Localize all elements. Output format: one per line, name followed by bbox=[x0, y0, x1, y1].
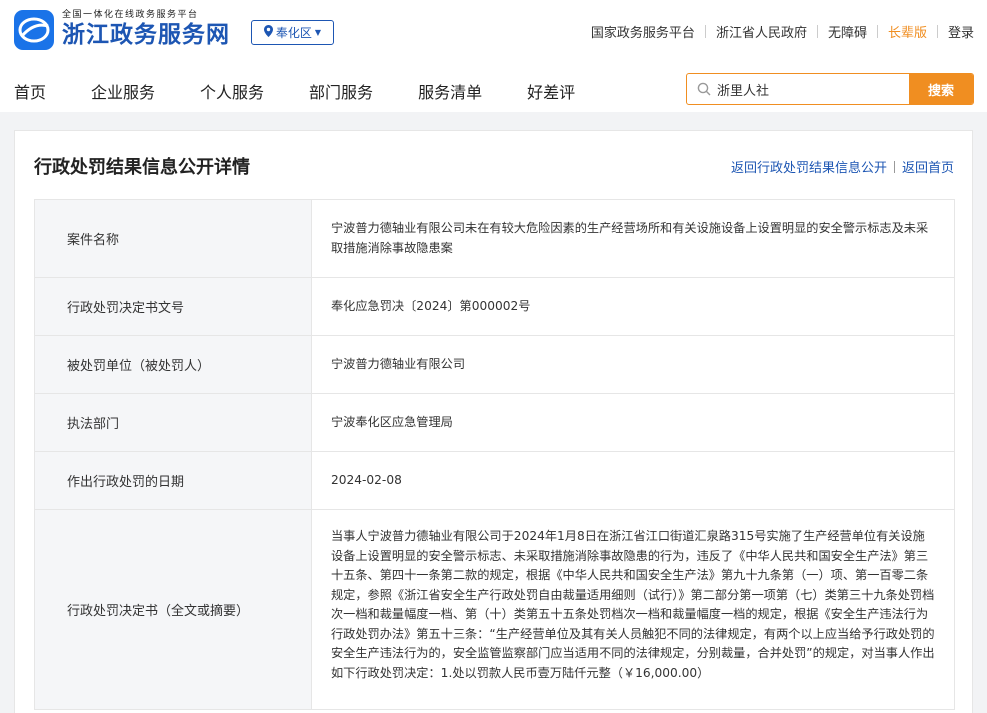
search-button[interactable]: 搜索 bbox=[909, 74, 973, 104]
row-value: 奉化应急罚决〔2024〕第000002号 bbox=[331, 298, 531, 313]
link-elder-mode[interactable]: 长辈版 bbox=[888, 22, 927, 41]
divider bbox=[936, 25, 938, 38]
search-input[interactable]: 浙里人社 bbox=[687, 74, 909, 104]
main-nav: 首页 企业服务 个人服务 部门服务 服务清单 好差评 浙里人社 搜索 bbox=[0, 62, 987, 112]
divider bbox=[893, 160, 895, 173]
nav-item-home[interactable]: 首页 bbox=[14, 79, 46, 103]
back-to-list-link[interactable]: 返回行政处罚结果信息公开 bbox=[731, 157, 887, 176]
login-link[interactable]: 登录 bbox=[948, 22, 974, 41]
link-accessibility[interactable]: 无障碍 bbox=[828, 22, 867, 41]
nav-item-service-list[interactable]: 服务清单 bbox=[418, 79, 482, 103]
table-row: 行政处罚决定书文号 奉化应急罚决〔2024〕第000002号 bbox=[35, 278, 954, 336]
divider bbox=[704, 25, 706, 38]
detail-card: 行政处罚结果信息公开详情 返回行政处罚结果信息公开 返回首页 案件名称 宁波普力… bbox=[14, 130, 973, 713]
search-icon bbox=[697, 82, 711, 96]
top-links: 国家政务服务平台 浙江省人民政府 无障碍 长辈版 登录 bbox=[591, 22, 974, 41]
logo-emblem-icon bbox=[14, 10, 54, 50]
detail-table: 案件名称 宁波普力德轴业有限公司未在有较大危险因素的生产经营场所和有关设施设备上… bbox=[34, 199, 955, 710]
row-label: 案件名称 bbox=[35, 200, 312, 277]
logo-subtitle: 全国一体化在线政务服务平台 bbox=[62, 10, 199, 20]
top-header: 全国一体化在线政务服务平台 浙江政务服务网 奉化区 ▼ 国家政务服务平台 浙江省… bbox=[0, 0, 987, 62]
row-label: 行政处罚决定书文号 bbox=[35, 278, 312, 335]
page-title: 行政处罚结果信息公开详情 bbox=[34, 157, 250, 178]
nav-item-personal[interactable]: 个人服务 bbox=[200, 79, 264, 103]
divider bbox=[816, 25, 818, 38]
table-row: 执法部门 宁波奉化区应急管理局 bbox=[35, 394, 954, 452]
region-label: 奉化区 bbox=[275, 26, 312, 40]
row-value: 宁波普力德轴业有限公司未在有较大危险因素的生产经营场所和有关设施设备上设置明显的… bbox=[331, 221, 929, 255]
row-label: 行政处罚决定书（全文或摘要） bbox=[35, 510, 312, 709]
row-value: 宁波奉化区应急管理局 bbox=[331, 414, 453, 429]
card-links: 返回行政处罚结果信息公开 返回首页 bbox=[731, 157, 954, 176]
row-label: 被处罚单位（被处罚人） bbox=[35, 336, 312, 393]
link-provincial-government[interactable]: 浙江省人民政府 bbox=[716, 22, 807, 41]
row-label: 执法部门 bbox=[35, 394, 312, 451]
caret-down-icon: ▼ bbox=[314, 28, 322, 37]
logo-title: 浙江政务服务网 bbox=[62, 22, 230, 48]
row-value: 宁波普力德轴业有限公司 bbox=[331, 356, 466, 371]
region-selector[interactable]: 奉化区 ▼ bbox=[251, 20, 334, 45]
site-logo[interactable]: 全国一体化在线政务服务平台 浙江政务服务网 bbox=[14, 10, 230, 50]
search-input-value: 浙里人社 bbox=[717, 83, 770, 99]
divider bbox=[876, 25, 878, 38]
location-pin-icon bbox=[263, 25, 273, 40]
row-label: 作出行政处罚的日期 bbox=[35, 452, 312, 509]
search-box: 浙里人社 搜索 bbox=[686, 73, 974, 105]
table-row: 行政处罚决定书（全文或摘要） 当事人宁波普力德轴业有限公司于2024年1月8日在… bbox=[35, 510, 954, 710]
nav-item-enterprise[interactable]: 企业服务 bbox=[91, 79, 155, 103]
link-national-platform[interactable]: 国家政务服务平台 bbox=[591, 22, 695, 41]
table-row: 作出行政处罚的日期 2024-02-08 bbox=[35, 452, 954, 510]
table-row: 被处罚单位（被处罚人） 宁波普力德轴业有限公司 bbox=[35, 336, 954, 394]
row-value: 2024-02-08 bbox=[331, 472, 402, 487]
back-to-home-link[interactable]: 返回首页 bbox=[902, 157, 954, 176]
table-row: 案件名称 宁波普力德轴业有限公司未在有较大危险因素的生产经营场所和有关设施设备上… bbox=[35, 200, 954, 278]
nav-item-departments[interactable]: 部门服务 bbox=[309, 79, 373, 103]
nav-item-rating[interactable]: 好差评 bbox=[527, 79, 575, 103]
row-value: 当事人宁波普力德轴业有限公司于2024年1月8日在浙江省江口街道汇泉路315号实… bbox=[331, 529, 935, 680]
